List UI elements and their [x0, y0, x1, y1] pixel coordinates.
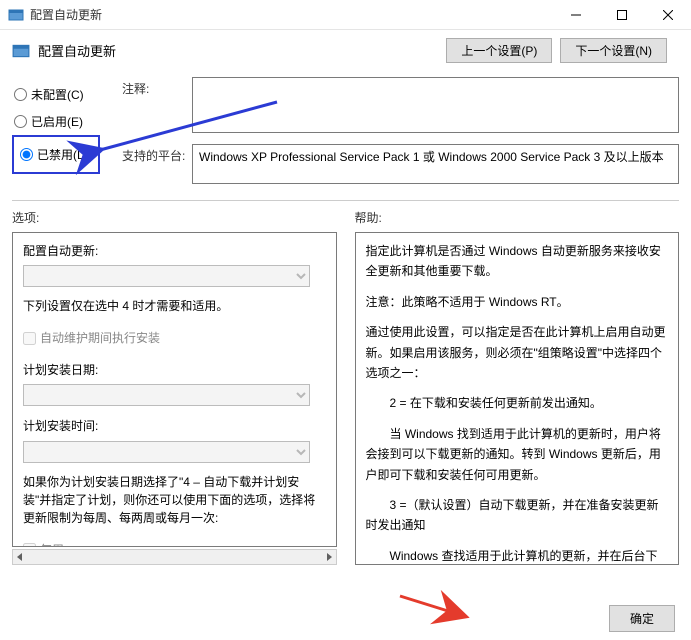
close-button[interactable] [645, 0, 691, 30]
options-title: 选项: [12, 209, 337, 226]
radio-enabled-label: 已启用(E) [31, 113, 83, 130]
radio-enabled[interactable]: 已启用(E) [12, 108, 122, 135]
comment-label: 注释: [122, 77, 192, 97]
radio-disabled-highlight: 已禁用(D) [12, 135, 100, 174]
help-panel[interactable]: 指定此计算机是否通过 Windows 自动更新服务来接收安全更新和其他重要下载。… [355, 232, 680, 565]
radio-unconfigured[interactable]: 未配置(C) [12, 81, 122, 108]
policy-icon [12, 42, 30, 60]
help-p5: 当 Windows 找到适用于此计算机的更新时，用户将会接到可以下载更新的通知。… [366, 424, 669, 485]
ok-button[interactable]: 确定 [609, 605, 675, 632]
help-title: 帮助: [355, 209, 680, 226]
platform-label: 支持的平台: [122, 144, 192, 164]
maximize-button[interactable] [599, 0, 645, 30]
header: 配置自动更新 上一个设置(P) 下一个设置(N) [0, 30, 691, 71]
radio-disabled-label: 已禁用(D) [37, 146, 90, 163]
help-p1: 指定此计算机是否通过 Windows 自动更新服务来接收安全更新和其他重要下载。 [366, 241, 669, 282]
help-p6: 3 =（默认设置）自动下载更新，并在准备安装更新时发出通知 [366, 495, 669, 536]
maintenance-checkbox[interactable]: 自动维护期间执行安装 [23, 325, 326, 351]
title-bar: 配置自动更新 [0, 0, 691, 30]
options-hscrollbar[interactable] [12, 549, 337, 565]
platform-text: Windows XP Professional Service Pack 1 或… [192, 144, 679, 184]
options-group-title: 配置自动更新: [23, 241, 326, 261]
red-arrow-annotation [398, 594, 478, 631]
help-p4: 2 = 在下载和安装任何更新前发出通知。 [366, 393, 669, 413]
footer: 确定 [609, 605, 675, 632]
options-note-1: 下列设置仅在选中 4 时才需要和适用。 [23, 297, 326, 315]
sched-time-select[interactable] [23, 441, 310, 463]
options-panel[interactable]: 配置自动更新: 下列设置仅在选中 4 时才需要和适用。 自动维护期间执行安装 计… [12, 232, 337, 547]
radio-disabled[interactable]: 已禁用(D) [18, 141, 92, 168]
update-mode-select[interactable] [23, 265, 310, 287]
help-p7: Windows 查找适用于此计算机的更新，并在后台下载这些更新（在此过程中，用户… [366, 546, 669, 565]
page-title: 配置自动更新 [38, 41, 446, 60]
prev-setting-button[interactable]: 上一个设置(P) [446, 38, 552, 63]
next-setting-button[interactable]: 下一个设置(N) [560, 38, 667, 63]
sched-day-select[interactable] [23, 384, 310, 406]
window-title: 配置自动更新 [30, 6, 553, 23]
separator [12, 200, 679, 201]
help-p3: 通过使用此设置，可以指定是否在此计算机上启用自动更新。如果启用该服务，则必须在"… [366, 322, 669, 383]
comment-textarea[interactable] [192, 77, 679, 133]
help-p2: 注意：此策略不适用于 Windows RT。 [366, 292, 669, 312]
radio-unconfigured-label: 未配置(C) [31, 86, 84, 103]
options-note-2: 如果你为计划安装日期选择了"4 – 自动下载并计划安装"并指定了计划，则你还可以… [23, 473, 326, 527]
minimize-button[interactable] [553, 0, 599, 30]
app-icon [8, 7, 24, 23]
sched-time-label: 计划安装时间: [23, 416, 326, 436]
weekly-checkbox[interactable]: 每周 [23, 537, 326, 547]
sched-day-label: 计划安装日期: [23, 360, 326, 380]
